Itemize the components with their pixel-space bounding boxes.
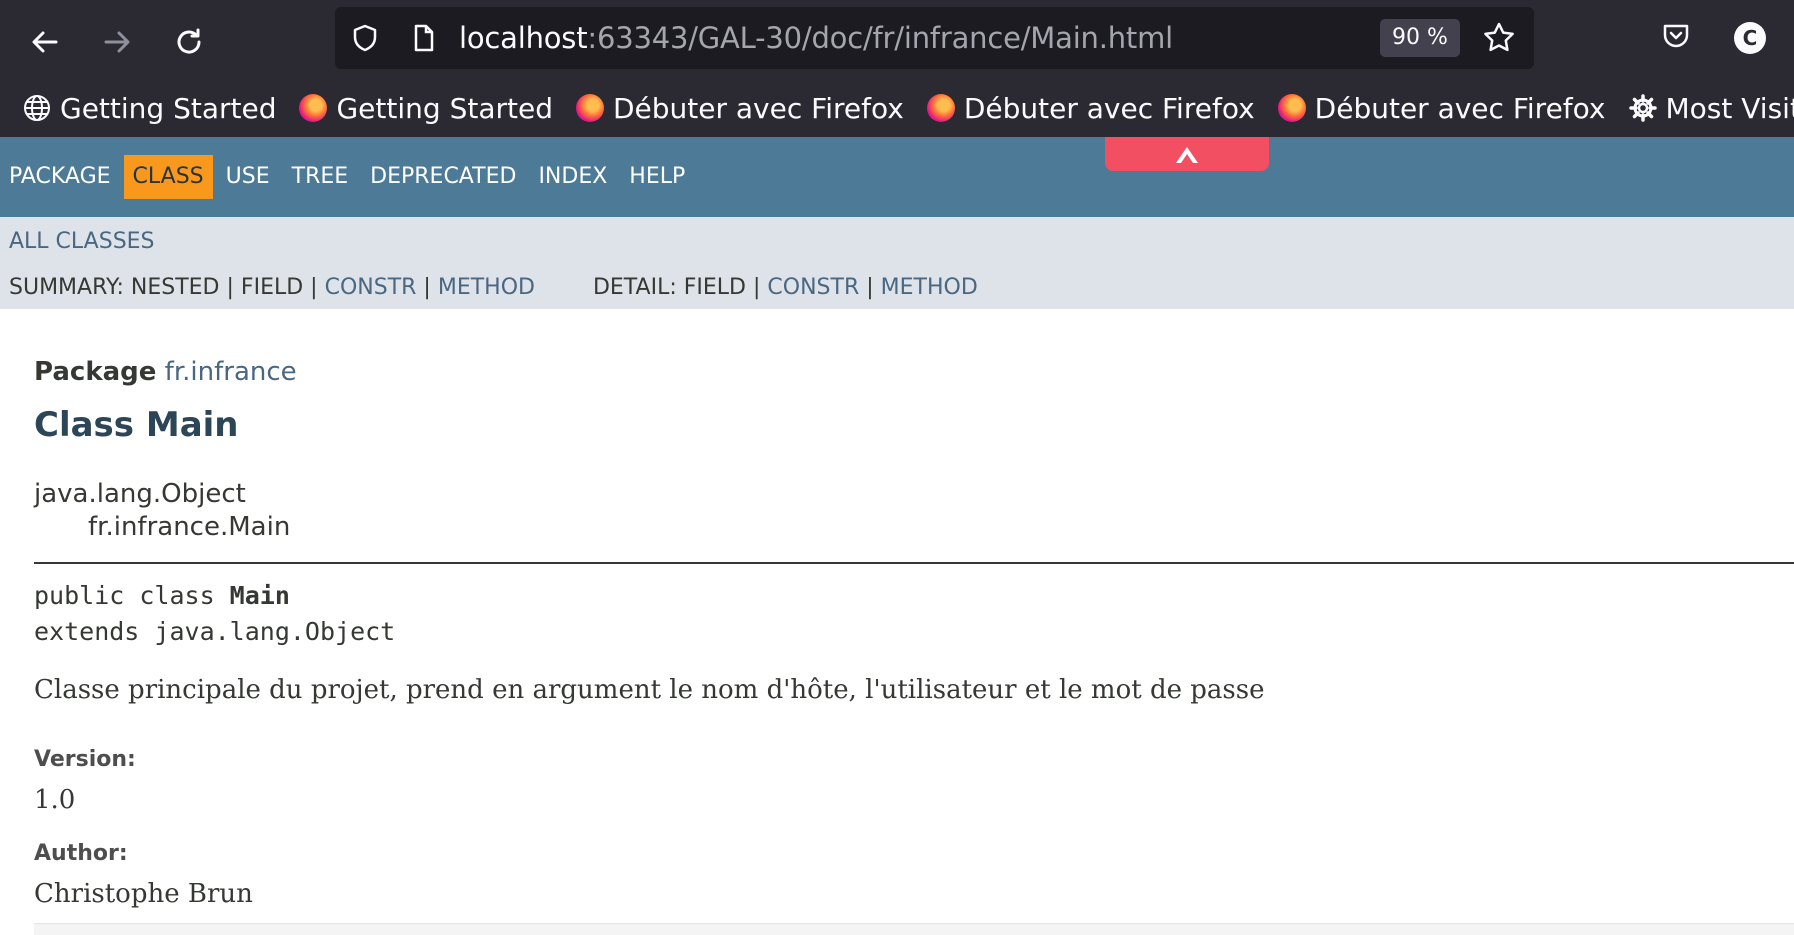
browser-chrome: localhost:63343/GAL-30/doc/fr/infrance/M… [0,0,1794,137]
bookmark-item[interactable]: Débuter avec Firefox [575,92,904,125]
bookmark-item[interactable]: Most Visited [1628,92,1794,125]
version-value: 1.0 [34,785,75,815]
author-value: Christophe Brun [34,879,253,909]
nav-help[interactable]: HELP [620,155,694,199]
detail-constr-link[interactable]: CONSTR [767,275,859,300]
class-extends: extends java.lang.Object [34,617,395,646]
sub-navigation: ALL CLASSES SUMMARY: NESTED | FIELD | CO… [0,217,1794,309]
detail-label: DETAIL: [593,275,677,300]
summary-method-link[interactable]: METHOD [438,275,535,300]
gear-icon [1628,93,1658,123]
bookmark-label: Getting Started [336,92,552,125]
package-link[interactable]: fr.infrance [165,357,297,387]
author-label: Author: [34,841,128,866]
separator: | [310,275,317,300]
separator: | [227,275,234,300]
bookmarks-toolbar: Getting Started Getting Started Débuter … [0,82,1794,134]
page-title: Class Main [34,405,239,445]
mountain-icon [1174,143,1200,165]
nav-deprecated[interactable]: DEPRECATED [361,155,525,199]
inheritance-child: fr.infrance.Main [88,512,290,542]
signature-prefix: public class [34,581,230,610]
nav-package[interactable]: PACKAGE [0,155,120,199]
detail-field: FIELD [684,275,746,300]
detail-method-link[interactable]: METHOD [881,275,978,300]
overlay-tab[interactable] [1105,137,1269,171]
summary-field: FIELD [241,275,303,300]
forward-button[interactable] [95,20,139,64]
all-classes-link[interactable]: ALL CLASSES [9,229,155,254]
account-avatar[interactable]: C [1734,22,1766,54]
pocket-icon[interactable] [1660,20,1692,56]
back-button[interactable] [23,20,67,64]
url-text[interactable]: localhost:63343/GAL-30/doc/fr/infrance/M… [459,22,1173,54]
nav-class[interactable]: CLASS [124,155,213,199]
globe-icon [22,93,52,123]
url-path: :63343/GAL-30/doc/fr/infrance/Main.html [587,21,1173,55]
bookmark-star-icon[interactable] [1482,21,1516,59]
bookmark-label: Débuter avec Firefox [1315,92,1606,125]
bookmark-item[interactable]: Débuter avec Firefox [926,92,1255,125]
firefox-icon [1277,93,1307,123]
nav-tree[interactable]: TREE [283,155,358,199]
separator: | [753,275,760,300]
firefox-icon [298,93,328,123]
url-bar[interactable]: localhost:63343/GAL-30/doc/fr/infrance/M… [335,7,1534,69]
bookmark-item[interactable]: Getting Started [298,92,552,125]
bookmark-label: Getting Started [60,92,276,125]
bookmark-label: Débuter avec Firefox [964,92,1255,125]
class-signature: public class Main [34,581,290,610]
bookmark-label: Most Visited [1666,92,1794,125]
separator: | [866,275,873,300]
reload-icon [173,26,205,58]
firefox-icon [575,93,605,123]
back-arrow-icon [29,26,61,58]
signature-name: Main [230,581,290,610]
nav-use[interactable]: USE [217,155,279,199]
url-host: localhost [459,21,587,55]
summary-constr-link[interactable]: CONSTR [325,275,417,300]
firefox-icon [926,93,956,123]
summary-label: SUMMARY: [9,275,124,300]
page-icon[interactable] [407,22,439,54]
nav-index[interactable]: INDEX [529,155,616,199]
package-label: Package [34,357,156,387]
shield-icon[interactable] [349,22,381,54]
version-label: Version: [34,747,136,772]
class-description: Classe principale du projet, prend en ar… [34,675,1264,705]
inheritance-root: java.lang.Object [34,479,246,509]
zoom-badge[interactable]: 90 % [1380,19,1460,57]
package-line: Package fr.infrance [34,357,297,387]
divider [34,562,1794,564]
bookmark-item[interactable]: Getting Started [22,92,276,125]
forward-arrow-icon [101,26,133,58]
section-divider [34,923,1794,935]
bookmark-item[interactable]: Débuter avec Firefox [1277,92,1606,125]
summary-nested: NESTED [131,275,220,300]
bookmark-label: Débuter avec Firefox [613,92,904,125]
summary-detail-links: SUMMARY: NESTED | FIELD | CONSTR | METHO… [9,275,978,300]
separator: | [423,275,430,300]
reload-button[interactable] [167,20,211,64]
top-navigation: PACKAGE CLASS USE TREE DEPRECATED INDEX … [0,137,1794,217]
